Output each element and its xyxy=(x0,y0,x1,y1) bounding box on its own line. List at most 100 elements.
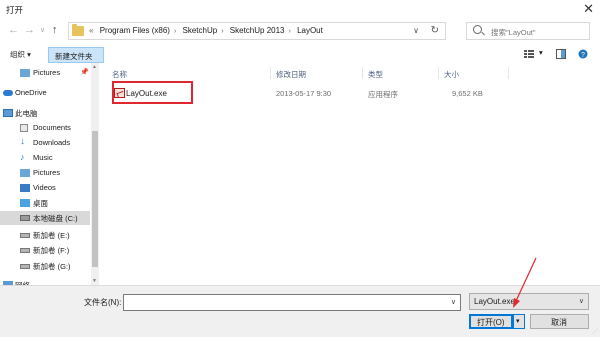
folder-icon xyxy=(72,24,84,36)
back-arrow-icon[interactable]: ← xyxy=(8,24,19,36)
sidebar-item-label: Videos xyxy=(33,183,56,192)
toolbar: 组织 ▾ 新建文件夹 ▾ ? xyxy=(0,46,600,63)
column-header-size[interactable]: 大小 xyxy=(444,69,459,80)
drive-icon xyxy=(20,248,30,253)
scrollbar-thumb[interactable] xyxy=(92,131,98,267)
drive-icon xyxy=(20,233,30,238)
address-dropdown-icon[interactable]: ∨ xyxy=(413,26,419,35)
sidebar-item-label: OneDrive xyxy=(15,88,47,97)
search-icon xyxy=(473,25,482,34)
history-dropdown-icon[interactable]: ∨ xyxy=(40,26,45,34)
sidebar-item-label: 本地磁盘 (C:) xyxy=(33,214,78,223)
sidebar-item-documents[interactable]: Documents xyxy=(0,121,90,135)
music-icon: ♪ xyxy=(20,152,25,162)
chevron-right-icon: › xyxy=(173,28,177,35)
breadcrumb-item[interactable]: Program Files (x86) xyxy=(100,26,170,35)
title-bar: 打开 ✕ xyxy=(0,0,600,18)
sidebar-item-label: Documents xyxy=(33,123,71,132)
sidebar-item-label: 新加卷 (F:) xyxy=(33,246,70,255)
pictures-icon xyxy=(20,69,30,77)
svg-text:?: ? xyxy=(581,52,585,59)
filename-dropdown-icon[interactable]: ∨ xyxy=(451,298,456,306)
file-type: 应用程序 xyxy=(368,90,398,99)
sidebar-item-label: Music xyxy=(33,153,53,162)
filename-input[interactable]: ∨ xyxy=(123,294,461,311)
window-title: 打开 xyxy=(6,5,24,15)
open-button[interactable]: 打开(O) xyxy=(469,314,513,329)
filetype-select[interactable]: LayOut.exe ∨ xyxy=(469,293,589,310)
sidebar-item-pictures[interactable]: Pictures xyxy=(0,166,90,180)
breadcrumb-item[interactable]: SketchUp 2013 xyxy=(230,26,285,35)
chevron-down-icon: ∨ xyxy=(578,298,584,305)
column-header-name[interactable]: 名称 xyxy=(112,69,127,80)
documents-icon xyxy=(20,124,28,132)
sidebar-item-network[interactable]: 网络 xyxy=(0,278,90,285)
column-divider[interactable] xyxy=(362,67,363,79)
breadcrumb-item[interactable]: SketchUp xyxy=(183,26,218,35)
cancel-button[interactable]: 取消 xyxy=(530,314,589,329)
sidebar-item-pictures-quick[interactable]: Pictures 📌 xyxy=(0,66,90,80)
chevron-right-icon: › xyxy=(288,28,291,35)
organize-button[interactable]: 组织 ▾ xyxy=(10,49,31,60)
file-size: 9,652 KB xyxy=(452,89,483,98)
filetype-value: LayOut.exe xyxy=(474,297,515,306)
sidebar-item-label: 桌面 xyxy=(33,199,48,208)
navigation-pane: Pictures 📌 OneDrive 此电脑 Documents ↓ Down… xyxy=(0,63,98,285)
search-box[interactable]: 搜索"LayOut" xyxy=(466,22,590,40)
sidebar-item-label: Downloads xyxy=(33,138,71,147)
forward-arrow-icon[interactable]: → xyxy=(24,24,35,36)
view-dropdown-icon[interactable]: ▾ xyxy=(539,48,543,57)
column-header-type[interactable]: 类型 xyxy=(368,69,383,80)
address-bar[interactable]: « Program Files (x86) › SketchUp › SketchU… xyxy=(68,22,446,40)
chevron-right-icon: › xyxy=(221,28,224,35)
column-header-date[interactable]: 修改日期 xyxy=(276,69,306,80)
sidebar-item-label: Pictures xyxy=(33,68,61,77)
breadcrumb-overflow[interactable]: « xyxy=(89,26,93,35)
new-folder-label: 新建文件夹 xyxy=(55,52,93,61)
file-date: 2013-05-17 9:30 xyxy=(276,89,332,98)
breadcrumb-item[interactable]: LayOut xyxy=(297,26,323,35)
search-placeholder: 搜索"LayOut" xyxy=(491,28,536,37)
close-icon[interactable]: ✕ xyxy=(583,1,594,17)
drive-icon xyxy=(20,215,30,221)
view-options-icon[interactable] xyxy=(524,49,534,59)
sidebar-item-this-pc[interactable]: 此电脑 xyxy=(0,106,90,120)
sidebar-item-label: Pictures xyxy=(33,168,61,177)
computer-icon xyxy=(3,109,13,117)
scroll-down-icon[interactable]: ▼ xyxy=(92,278,97,284)
sidebar-item-label: 新加卷 (G:) xyxy=(33,262,71,271)
refresh-icon[interactable]: ↻ xyxy=(431,25,439,36)
help-icon[interactable]: ? xyxy=(578,49,588,59)
filename-label: 文件名(N): xyxy=(84,298,122,307)
cancel-button-label: 取消 xyxy=(551,318,567,327)
sidebar-item-music[interactable]: ♪ Music xyxy=(0,151,90,165)
sidebar-item-desktop[interactable]: 桌面 xyxy=(0,196,90,210)
preview-pane-icon[interactable] xyxy=(556,49,566,59)
open-button-label: 打开(O) xyxy=(477,318,505,327)
sidebar-scrollbar[interactable]: ▲ ▼ xyxy=(91,63,99,285)
desktop-icon xyxy=(20,199,30,207)
dialog-footer: 文件名(N): ∨ LayOut.exe ∨ 打开(O) ▾ 取消 ⋰ xyxy=(0,285,600,337)
sidebar-item-drive-f[interactable]: 新加卷 (F:) xyxy=(0,243,90,257)
sidebar-item-downloads[interactable]: ↓ Downloads xyxy=(0,136,90,150)
file-highlight-box xyxy=(112,81,193,104)
breadcrumb: « Program Files (x86) › SketchUp › SketchU… xyxy=(89,26,323,35)
column-divider[interactable] xyxy=(438,67,439,79)
column-divider[interactable] xyxy=(508,67,509,79)
sidebar-item-onedrive[interactable]: OneDrive xyxy=(0,86,90,100)
sidebar-item-videos[interactable]: Videos xyxy=(0,181,90,195)
scroll-up-icon[interactable]: ▲ xyxy=(92,64,97,70)
new-folder-button[interactable]: 新建文件夹 xyxy=(48,47,104,63)
up-arrow-icon[interactable]: ↑ xyxy=(52,24,58,36)
column-divider[interactable] xyxy=(270,67,271,79)
videos-icon xyxy=(20,184,30,192)
sidebar-item-label: 新加卷 (E:) xyxy=(33,231,70,240)
sidebar-item-label: 此电脑 xyxy=(15,109,38,118)
sidebar-item-drive-e[interactable]: 新加卷 (E:) xyxy=(0,228,90,242)
onedrive-icon xyxy=(3,90,13,96)
sidebar-item-drive-g[interactable]: 新加卷 (G:) xyxy=(0,259,90,273)
resize-grip-icon[interactable]: ⋰ xyxy=(592,328,598,335)
open-split-dropdown[interactable]: ▾ xyxy=(513,314,525,329)
sidebar-item-drive-c[interactable]: 本地磁盘 (C:) xyxy=(0,211,90,225)
downloads-icon: ↓ xyxy=(20,136,25,147)
